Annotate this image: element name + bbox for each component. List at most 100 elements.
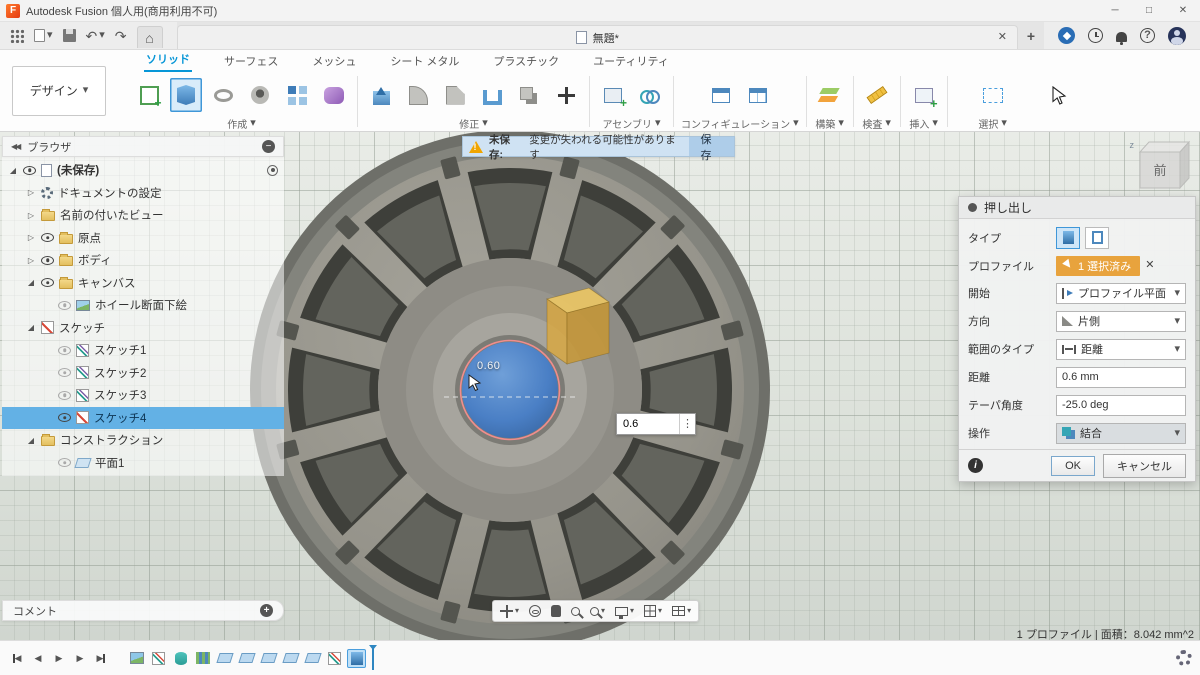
pattern-button[interactable] <box>281 78 313 112</box>
browser-item-sketch3[interactable]: スケッチ3 <box>2 384 284 407</box>
modify-group-dropdown[interactable]: 修正 <box>459 116 488 131</box>
expand-icon[interactable] <box>26 233 36 242</box>
assemble-group-dropdown[interactable]: アセンブリ <box>602 116 660 131</box>
construct-group-dropdown[interactable]: 構築 <box>815 116 844 131</box>
file-menu-button[interactable] <box>34 29 53 42</box>
more-options-icon[interactable] <box>679 414 695 434</box>
timeline-feature-plane[interactable] <box>281 649 300 668</box>
expand-icon[interactable] <box>26 323 36 332</box>
taper-angle-field[interactable] <box>1056 394 1186 416</box>
timeline-feature-extrude-active[interactable] <box>347 648 366 668</box>
revolve-button[interactable] <box>207 78 239 112</box>
extensions-icon[interactable] <box>1058 27 1075 44</box>
display-settings-button[interactable] <box>610 601 639 621</box>
timeline-play-button[interactable] <box>50 649 68 667</box>
zoom-window-button[interactable] <box>585 601 610 621</box>
tab-mesh[interactable]: メッシュ <box>310 50 358 72</box>
timeline-position-marker[interactable] <box>369 645 377 670</box>
visibility-eye-icon[interactable] <box>41 278 54 288</box>
grid-settings-button[interactable] <box>639 601 667 621</box>
visibility-eye-icon[interactable] <box>58 300 71 310</box>
expand-icon[interactable] <box>26 278 36 287</box>
timeline-skip-start-button[interactable] <box>8 649 26 667</box>
window-maximize-button[interactable] <box>1132 0 1166 21</box>
activate-radio-icon[interactable] <box>267 164 278 176</box>
configuration-table-button[interactable] <box>742 78 774 112</box>
timeline-feature-sketch[interactable] <box>149 649 168 668</box>
dialog-header[interactable]: 押し出し <box>959 197 1195 219</box>
hub-selected-face[interactable] <box>462 342 558 438</box>
timeline-step-forward-button[interactable] <box>71 649 89 667</box>
insert-group-dropdown[interactable]: 挿入 <box>909 116 938 131</box>
pan-hand-button[interactable] <box>546 601 566 621</box>
browser-item-wheel-canvas[interactable]: ホイール断面下絵 <box>2 294 284 317</box>
configure-group-dropdown[interactable]: コンフィギュレーション <box>681 116 799 131</box>
inspect-group-dropdown[interactable]: 検査 <box>862 116 891 131</box>
visibility-eye-icon[interactable] <box>41 255 54 265</box>
insert-button[interactable] <box>908 78 940 112</box>
new-component-button[interactable] <box>597 78 629 112</box>
press-pull-button[interactable] <box>365 78 397 112</box>
home-tab-button[interactable] <box>136 26 163 48</box>
timeline-feature-plane[interactable] <box>259 649 278 668</box>
create-form-button[interactable] <box>318 78 350 112</box>
fillet-button[interactable] <box>402 78 434 112</box>
browser-item-bodies[interactable]: ボディ <box>2 249 284 272</box>
direction-dropdown[interactable]: 片側 <box>1056 310 1186 332</box>
collapse-panel-icon[interactable] <box>11 143 19 151</box>
visibility-eye-icon[interactable] <box>23 165 36 175</box>
browser-item-sketch1[interactable]: スケッチ1 <box>2 339 284 362</box>
timeline-step-back-button[interactable] <box>29 649 47 667</box>
measure-button[interactable] <box>861 78 893 112</box>
tab-solid[interactable]: ソリッド <box>144 48 192 72</box>
visibility-eye-icon[interactable] <box>58 458 71 468</box>
configuration-button[interactable] <box>705 78 737 112</box>
timeline-feature-sketch[interactable] <box>325 649 344 668</box>
extrude-type-thin-button[interactable] <box>1085 226 1109 249</box>
info-icon[interactable]: i <box>968 458 983 473</box>
timeline-feature-canvas[interactable] <box>127 649 146 668</box>
timeline-feature-revolve[interactable] <box>171 649 190 668</box>
browser-item-plane1[interactable]: 平面1 <box>2 452 284 475</box>
browser-header[interactable]: ブラウザ <box>2 136 284 157</box>
warning-save-button[interactable]: 保存 <box>688 134 734 162</box>
orbit-button[interactable] <box>524 601 546 621</box>
undo-button[interactable] <box>86 29 105 43</box>
create-sketch-button[interactable] <box>133 78 165 112</box>
tab-sheet-metal[interactable]: シート メタル <box>388 50 461 72</box>
browser-item-root[interactable]: (未保存) <box>2 159 284 182</box>
document-tab[interactable]: 無題* <box>176 25 1018 49</box>
profile-selected-chip[interactable]: 1 選択済み <box>1056 255 1141 276</box>
start-dropdown[interactable]: プロファイル平面 <box>1056 282 1186 304</box>
browser-item-sketches[interactable]: スケッチ <box>2 317 284 340</box>
user-avatar[interactable] <box>1168 26 1186 45</box>
visibility-eye-icon[interactable] <box>58 345 71 355</box>
visibility-eye-icon[interactable] <box>41 233 54 243</box>
visibility-eye-icon[interactable] <box>58 390 71 400</box>
pan-button[interactable] <box>495 601 524 621</box>
move-copy-button[interactable] <box>550 78 582 112</box>
expand-icon[interactable] <box>26 436 36 445</box>
document-tab-close-icon[interactable] <box>998 32 1007 43</box>
minimize-panel-icon[interactable] <box>262 140 275 153</box>
viewport-layout-button[interactable] <box>667 601 696 621</box>
timeline-skip-end-button[interactable] <box>92 649 110 667</box>
operation-dropdown[interactable]: 結合 <box>1056 422 1186 444</box>
job-status-clock-icon[interactable] <box>1088 28 1103 43</box>
view-cube[interactable]: 前 <box>1126 138 1192 196</box>
save-button[interactable] <box>62 29 76 42</box>
distance-field[interactable] <box>1056 366 1186 388</box>
cancel-button[interactable]: キャンセル <box>1103 453 1186 478</box>
select-group-dropdown[interactable]: 選択 <box>978 116 1007 131</box>
zoom-button[interactable] <box>566 601 585 621</box>
browser-item-canvases[interactable]: キャンバス <box>2 272 284 295</box>
comment-panel[interactable]: コメント <box>2 600 284 621</box>
distance-value-input[interactable] <box>617 414 679 434</box>
window-close-button[interactable] <box>1166 0 1200 21</box>
combine-button[interactable] <box>513 78 545 112</box>
help-icon[interactable] <box>1140 28 1155 43</box>
hole-button[interactable] <box>244 78 276 112</box>
new-tab-button[interactable] <box>1018 22 1044 49</box>
select-button[interactable] <box>977 78 1009 112</box>
notifications-bell-icon[interactable] <box>1116 31 1127 45</box>
